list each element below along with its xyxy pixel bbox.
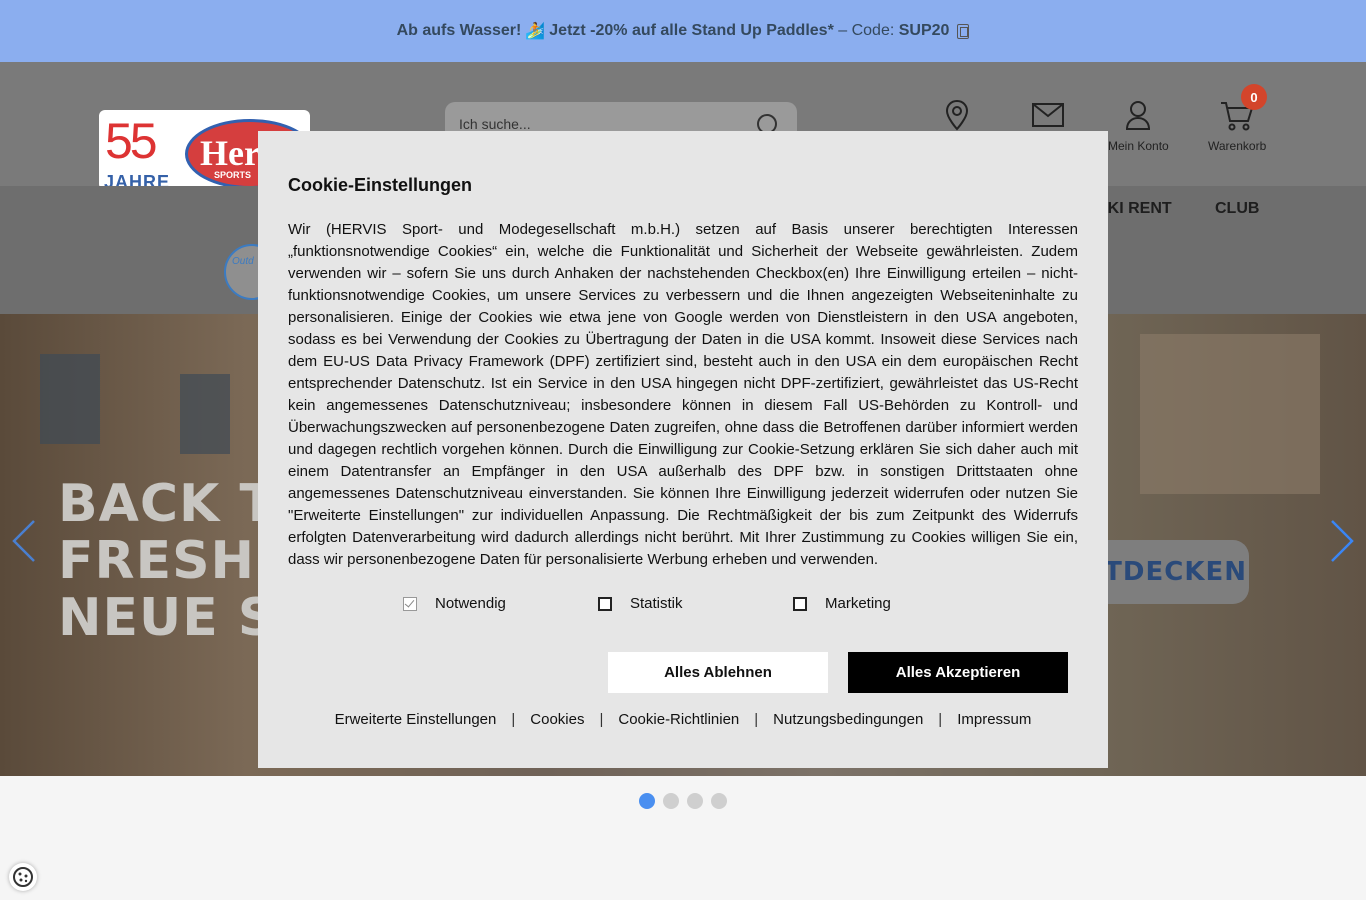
nav-item-club[interactable]: CLUB xyxy=(1215,200,1259,218)
promo-text-1: Ab aufs Wasser! xyxy=(396,22,522,39)
location-pin-icon xyxy=(944,97,970,133)
cart-count-badge: 0 xyxy=(1241,84,1267,110)
link-separator: | xyxy=(938,711,943,728)
slider-next-icon[interactable] xyxy=(1330,519,1354,563)
hero-bg-window xyxy=(1140,334,1320,494)
promo-text-3: – Code: xyxy=(833,22,899,39)
hero-bg-window xyxy=(180,374,230,454)
hero-bg-window xyxy=(40,354,100,444)
checkbox-notwendig[interactable]: Notwendig xyxy=(403,595,506,612)
checkbox-label: Statistik xyxy=(630,595,683,612)
slider-dot[interactable] xyxy=(711,793,727,809)
link-separator: | xyxy=(599,711,604,728)
logo-sub: SPORTS xyxy=(214,170,252,180)
slider-dot[interactable] xyxy=(663,793,679,809)
account-label: Mein Konto xyxy=(1108,139,1169,153)
cookie-dialog-title: Cookie-Einstellungen xyxy=(288,175,473,195)
link-separator: | xyxy=(754,711,759,728)
user-icon xyxy=(1124,97,1152,133)
checkbox-checked-icon xyxy=(403,596,417,611)
accept-all-button[interactable]: Alles Akzeptieren xyxy=(848,652,1068,693)
nav-item-ski-rent[interactable]: SKI RENT xyxy=(1097,200,1172,218)
contact-button[interactable] xyxy=(1031,97,1065,133)
link-cookie-policy[interactable]: Cookie-Richtlinien xyxy=(618,711,739,728)
promo-text-2: Jetzt -20% auf alle Stand Up Paddles* xyxy=(549,22,834,39)
cookie-categories: Notwendig Statistik Marketing xyxy=(258,595,1108,619)
slider-prev-icon[interactable] xyxy=(12,519,36,563)
cookie-dialog-body: Wir (HERVIS Sport- und Modegesellschaft … xyxy=(288,221,1078,568)
mail-icon xyxy=(1031,97,1065,133)
cookie-icon xyxy=(13,867,33,887)
checkbox-marketing[interactable]: Marketing xyxy=(793,595,891,612)
cart-label: Warenkorb xyxy=(1208,139,1267,153)
checkbox-label: Marketing xyxy=(825,595,891,612)
slider-dot[interactable] xyxy=(639,793,655,809)
checkbox-label: Notwendig xyxy=(435,595,506,612)
link-advanced-settings[interactable]: Erweiterte Einstellungen xyxy=(335,711,497,728)
link-separator: | xyxy=(511,711,516,728)
surfer-emoji-icon: 🏄 xyxy=(525,23,546,40)
link-imprint[interactable]: Impressum xyxy=(957,711,1031,728)
link-terms[interactable]: Nutzungsbedingungen xyxy=(773,711,923,728)
cookie-consent-dialog: Cookie-Einstellungen Wir (HERVIS Sport- … xyxy=(258,131,1108,768)
link-cookies[interactable]: Cookies xyxy=(530,711,584,728)
promo-bar: Ab aufs Wasser! 🏄 Jetzt -20% auf alle St… xyxy=(0,0,1366,62)
checkbox-statistik[interactable]: Statistik xyxy=(598,595,683,612)
copy-icon[interactable] xyxy=(957,23,970,39)
slider-dot[interactable] xyxy=(687,793,703,809)
checkbox-unchecked-icon xyxy=(598,596,612,611)
cookie-settings-button[interactable] xyxy=(9,863,37,891)
slider-pagination xyxy=(639,793,727,809)
store-locator-button[interactable] xyxy=(944,97,970,133)
checkbox-unchecked-icon xyxy=(793,596,807,611)
reject-all-button[interactable]: Alles Ablehnen xyxy=(608,652,828,693)
logo-years: 55 xyxy=(105,113,158,169)
account-button[interactable]: Mein Konto xyxy=(1108,97,1169,153)
cookie-dialog-links: Erweiterte Einstellungen | Cookies | Coo… xyxy=(258,711,1108,728)
promo-code: SUP20 xyxy=(898,22,950,39)
